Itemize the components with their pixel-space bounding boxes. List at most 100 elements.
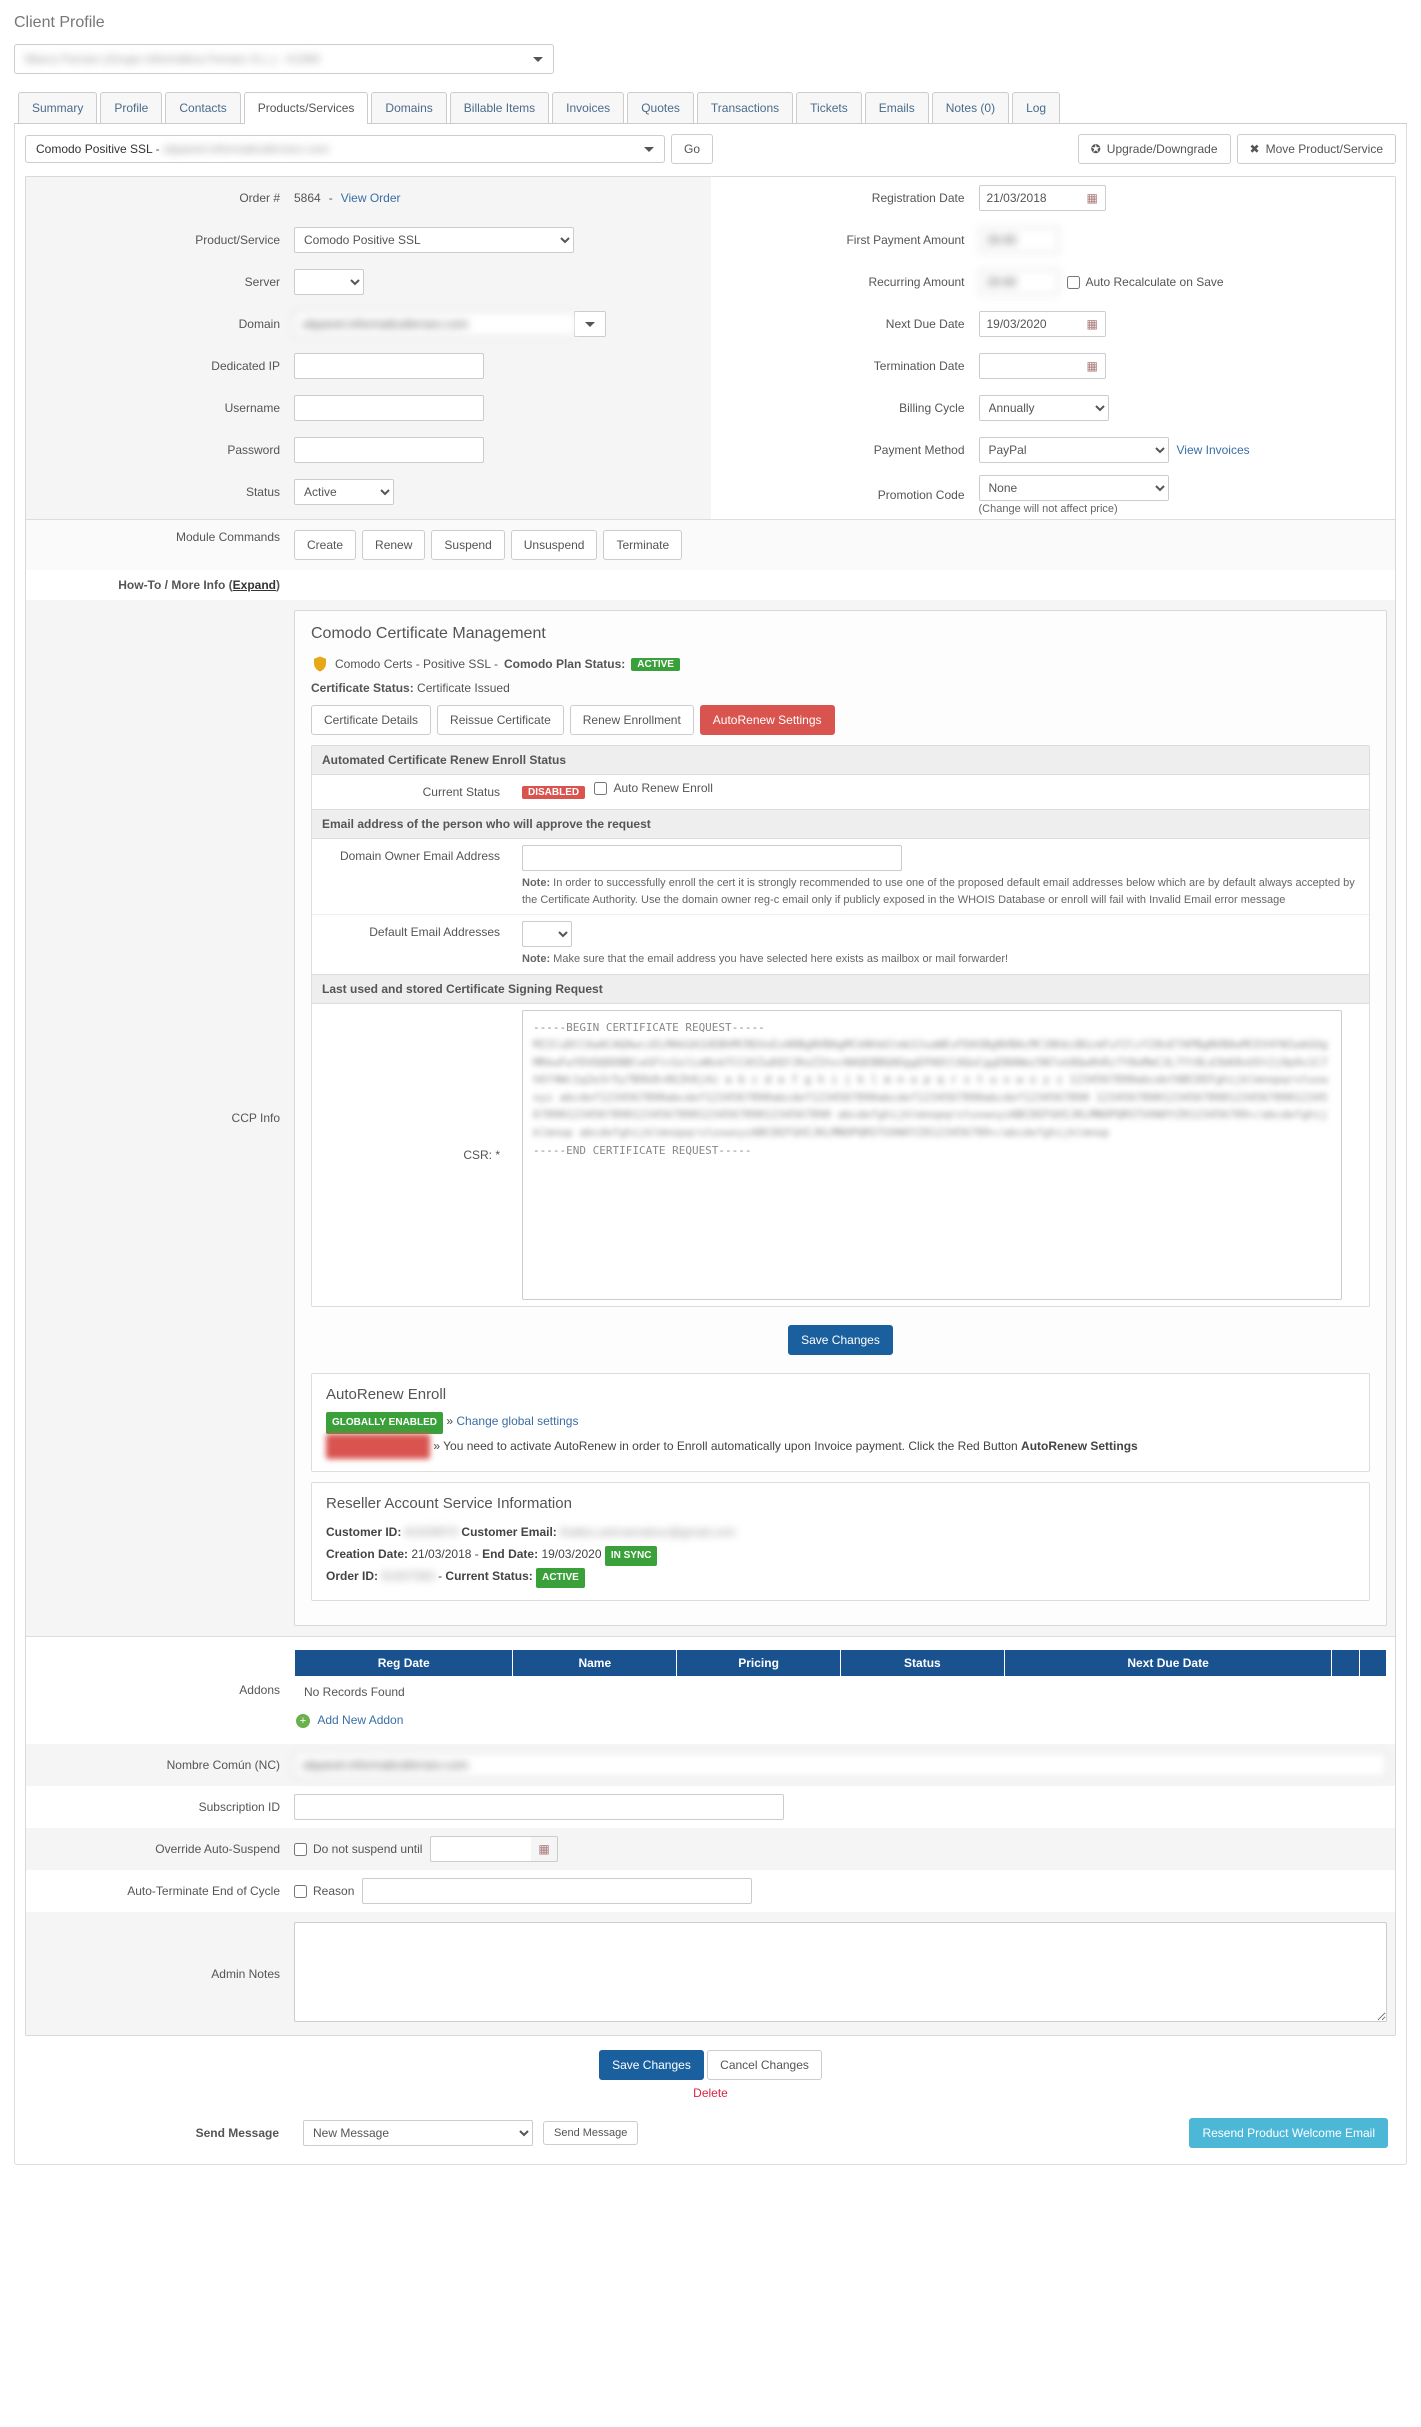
- product-service-select[interactable]: Comodo Positive SSL: [294, 227, 574, 253]
- payment-method-select[interactable]: PayPal: [979, 437, 1169, 463]
- order-number: 5864: [294, 191, 321, 205]
- tab-notes[interactable]: Notes (0): [932, 92, 1009, 123]
- chevron-down-icon: [585, 322, 595, 327]
- password-label: Password: [34, 443, 294, 457]
- product-selector[interactable]: Comodo Positive SSL - ubpanel.informatic…: [25, 135, 665, 163]
- module-create-button[interactable]: Create: [294, 530, 356, 560]
- module-unsuspend-button[interactable]: Unsuspend: [511, 530, 598, 560]
- recurring-amount-input[interactable]: [979, 269, 1059, 295]
- nc-input[interactable]: [294, 1752, 1387, 1778]
- auto-terminate-reason-wrap[interactable]: Reason: [294, 1884, 354, 1898]
- domain-owner-email-note: In order to successfully enroll the cert…: [522, 877, 1355, 906]
- tab-tickets[interactable]: Tickets: [796, 92, 862, 123]
- registration-date-input[interactable]: [980, 186, 1080, 210]
- auto-recalc-checkbox[interactable]: [1067, 276, 1080, 289]
- tab-summary[interactable]: Summary: [18, 92, 97, 123]
- howto-expand-link[interactable]: Expand: [233, 578, 276, 592]
- tab-invoices[interactable]: Invoices: [552, 92, 624, 123]
- module-renew-button[interactable]: Renew: [362, 530, 425, 560]
- domain-owner-email-input[interactable]: [522, 845, 902, 871]
- admin-notes-textarea[interactable]: [294, 1922, 1387, 2022]
- domain-dropdown-button[interactable]: [574, 311, 606, 337]
- cert-tab-renew[interactable]: Renew Enrollment: [570, 705, 694, 735]
- first-payment-label: First Payment Amount: [719, 233, 979, 247]
- resend-welcome-email-button[interactable]: Resend Product Welcome Email: [1189, 2118, 1388, 2148]
- tab-contacts[interactable]: Contacts: [165, 92, 240, 123]
- domain-owner-email-label: Domain Owner Email Address: [312, 839, 512, 914]
- csr-textarea[interactable]: -----BEGIN CERTIFICATE REQUEST----- MIIC…: [522, 1010, 1342, 1300]
- order-label: Order #: [34, 191, 294, 205]
- termination-date-label: Termination Date: [719, 359, 979, 373]
- module-terminate-button[interactable]: Terminate: [603, 530, 682, 560]
- upgrade-downgrade-button[interactable]: ✪ Upgrade/Downgrade: [1078, 134, 1231, 164]
- cert-status-label: Certificate Status:: [311, 681, 414, 695]
- status-select[interactable]: Active: [294, 479, 394, 505]
- cert-tab-details[interactable]: Certificate Details: [311, 705, 431, 735]
- calendar-icon[interactable]: ▦: [1080, 191, 1105, 205]
- dedicated-ip-label: Dedicated IP: [34, 359, 294, 373]
- product-service-label: Product/Service: [34, 233, 294, 247]
- billing-cycle-select[interactable]: Annually: [979, 395, 1109, 421]
- tab-profile[interactable]: Profile: [100, 92, 162, 123]
- change-global-settings-link[interactable]: Change global settings: [456, 1414, 578, 1428]
- tab-products-services[interactable]: Products/Services: [244, 92, 369, 123]
- addons-th-name: Name: [513, 1649, 677, 1676]
- view-invoices-link[interactable]: View Invoices: [1177, 443, 1250, 457]
- go-button[interactable]: Go: [671, 134, 713, 164]
- reseller-order-id-value: 81937583: [381, 1566, 434, 1588]
- do-not-suspend-checkbox[interactable]: [294, 1843, 307, 1856]
- client-selector[interactable]: Marco Ferraro (Grupo Informática Ferraro…: [14, 44, 554, 74]
- auto-renew-enroll-wrap[interactable]: Auto Renew Enroll: [594, 781, 712, 795]
- cert-tab-reissue[interactable]: Reissue Certificate: [437, 705, 564, 735]
- cancel-changes-button[interactable]: Cancel Changes: [707, 2050, 822, 2080]
- server-select[interactable]: [294, 269, 364, 295]
- move-product-button[interactable]: ✖ Move Product/Service: [1237, 134, 1396, 164]
- reseller-info-title: Reseller Account Service Information: [326, 1495, 1355, 1512]
- first-payment-input[interactable]: [979, 227, 1059, 253]
- auto-terminate-reason-checkbox[interactable]: [294, 1885, 307, 1898]
- tab-domains[interactable]: Domains: [371, 92, 446, 123]
- tab-log[interactable]: Log: [1012, 92, 1060, 123]
- csr-label: CSR: *: [312, 1138, 512, 1172]
- termination-date-input[interactable]: [980, 354, 1080, 378]
- auto-renew-enroll-checkbox[interactable]: [594, 782, 607, 795]
- suspend-until-input[interactable]: [431, 1837, 531, 1861]
- username-input[interactable]: [294, 395, 484, 421]
- dedicated-ip-input[interactable]: [294, 353, 484, 379]
- addons-th-nextdue: Next Due Date: [1004, 1649, 1332, 1676]
- calendar-icon[interactable]: ▦: [1080, 317, 1105, 331]
- override-auto-suspend-label: Override Auto-Suspend: [34, 1842, 294, 1856]
- tab-billable-items[interactable]: Billable Items: [450, 92, 549, 123]
- next-due-input[interactable]: [980, 312, 1080, 336]
- do-not-suspend-wrap[interactable]: Do not suspend until: [294, 1842, 422, 1856]
- tab-transactions[interactable]: Transactions: [697, 92, 793, 123]
- calendar-icon[interactable]: ▦: [1080, 359, 1105, 373]
- view-order-link[interactable]: View Order: [341, 191, 401, 205]
- server-label: Server: [34, 275, 294, 289]
- tab-quotes[interactable]: Quotes: [627, 92, 694, 123]
- default-email-label: Default Email Addresses: [312, 915, 512, 974]
- default-email-select[interactable]: [522, 921, 572, 947]
- subscription-id-input[interactable]: [294, 1794, 784, 1820]
- domain-input[interactable]: [294, 311, 574, 337]
- send-message-label: Send Message: [33, 2126, 293, 2140]
- auto-recalc-checkbox-wrap[interactable]: Auto Recalculate on Save: [1067, 275, 1224, 289]
- cert-tab-autorenew[interactable]: AutoRenew Settings: [700, 705, 835, 735]
- send-message-button[interactable]: Send Message: [543, 2121, 638, 2145]
- promotion-code-select[interactable]: None: [979, 475, 1169, 501]
- module-suspend-button[interactable]: Suspend: [431, 530, 504, 560]
- add-new-addon-link[interactable]: Add New Addon: [317, 1713, 403, 1727]
- send-message-select[interactable]: New Message: [303, 2120, 533, 2146]
- calendar-icon[interactable]: ▦: [531, 1842, 556, 1856]
- ccp-save-changes-button[interactable]: Save Changes: [788, 1325, 893, 1355]
- status-label: Status: [34, 485, 294, 499]
- password-input[interactable]: [294, 437, 484, 463]
- approver-email-heading: Email address of the person who will app…: [312, 809, 1369, 839]
- delete-link[interactable]: Delete: [25, 2086, 1396, 2100]
- addons-table: Reg Date Name Pricing Status Next Due Da…: [294, 1649, 1387, 1677]
- save-changes-button[interactable]: Save Changes: [599, 2050, 704, 2080]
- promotion-code-label: Promotion Code: [719, 488, 979, 502]
- tab-emails[interactable]: Emails: [865, 92, 929, 123]
- auto-terminate-reason-input[interactable]: [362, 1878, 752, 1904]
- customer-email-value: thalles.astroamateur@gmail.com: [560, 1522, 736, 1544]
